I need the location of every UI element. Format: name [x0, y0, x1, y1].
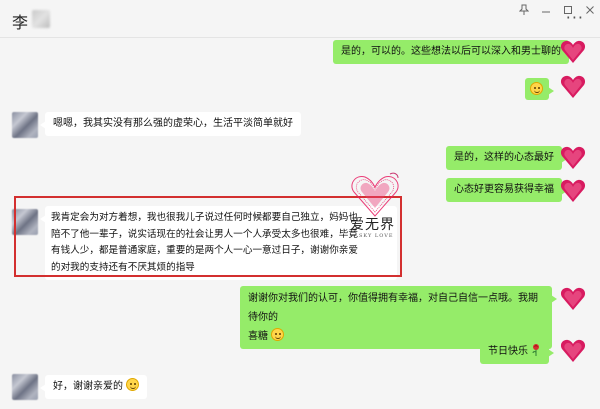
contact-avatar[interactable]	[12, 112, 38, 138]
heart-avatar-icon[interactable]	[560, 338, 586, 364]
heart-avatar-icon[interactable]	[560, 145, 586, 171]
watermark-subtitle: SKY LOVE	[359, 233, 394, 239]
message-text: 节日快乐	[488, 346, 528, 357]
heart-avatar-icon[interactable]	[560, 39, 586, 65]
smile-emoji-icon	[271, 328, 285, 341]
kiss-emoji-icon	[126, 378, 140, 391]
watermark-title: 爱无界	[350, 217, 395, 233]
message-bubble-outgoing[interactable]: 是的，可以的。这些想法以后可以深入和男士聊的	[333, 40, 574, 64]
message-line: 谢谢你对我们的认可，你值得拥有幸福，对自己自信一点哦。我期待你的	[248, 293, 538, 323]
message-bubble-incoming[interactable]: 好，谢谢亲爱的	[39, 375, 148, 399]
message-bubble-incoming[interactable]: 嗯嗯，我其实没有那么强的虚荣心，生活平淡简单就好	[40, 112, 301, 136]
smile-emoji-icon	[530, 82, 543, 95]
minimize-icon[interactable]	[538, 4, 554, 18]
message-text: 好，谢谢亲爱的	[53, 381, 123, 392]
message-bubble-outgoing-emoji[interactable]	[525, 78, 554, 100]
heart-avatar-icon[interactable]	[560, 178, 586, 204]
message-bubble-outgoing[interactable]: 心态好更容易获得幸福	[446, 178, 567, 202]
message-text: 是的，可以的。这些想法以后可以深入和男士聊的	[341, 46, 561, 57]
more-options-icon[interactable]: ···	[566, 10, 584, 26]
heart-avatar-icon[interactable]	[560, 74, 586, 100]
rose-emoji-icon	[532, 344, 540, 356]
heart-avatar-icon[interactable]	[560, 286, 586, 312]
message-text: 是的，这样的心态最好	[454, 152, 554, 163]
message-bubble-outgoing[interactable]: 是的，这样的心态最好	[446, 146, 567, 170]
message-bubble-outgoing[interactable]: 节日快乐	[480, 340, 555, 364]
message-text: 心态好更容易获得幸福	[454, 184, 554, 195]
message-text: 嗯嗯，我其实没有那么强的虚荣心，生活平淡简单就好	[53, 118, 293, 129]
contact-name: 李	[12, 13, 29, 32]
contact-name-redacted	[32, 10, 50, 28]
contact-avatar[interactable]	[12, 374, 38, 400]
title-bar: 李 ···	[0, 0, 600, 38]
close-icon[interactable]	[582, 4, 598, 18]
pin-icon[interactable]	[516, 4, 532, 18]
